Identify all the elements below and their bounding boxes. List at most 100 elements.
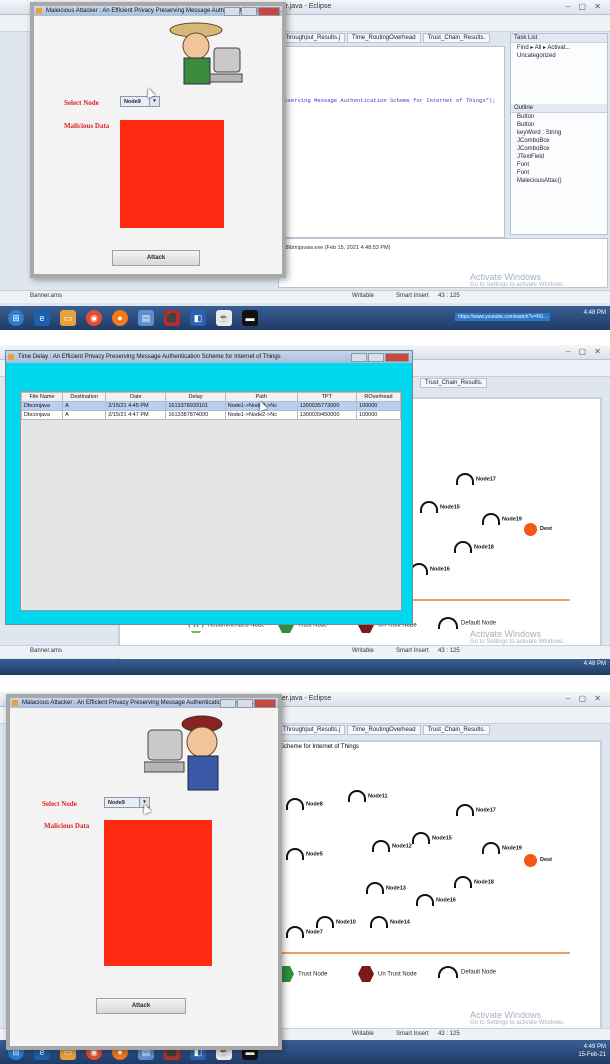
ie-icon[interactable]: e xyxy=(34,310,50,326)
outline-item[interactable]: JComboBox xyxy=(511,137,607,145)
table-row[interactable]: Dbconjava A 2/15/21 4:47 PM 161338787400… xyxy=(20,410,401,420)
system-clock[interactable]: 4:48 PM xyxy=(584,309,606,317)
dest-node[interactable] xyxy=(524,523,537,536)
folder-icon[interactable]: ▭ xyxy=(60,310,76,326)
malicious-data-area[interactable] xyxy=(104,820,212,966)
node-13[interactable]: Node13 xyxy=(366,882,406,894)
project-item[interactable]: Banner.ams xyxy=(30,648,62,654)
cell: 1300035773000 xyxy=(296,401,358,411)
screenshot-frame-3: ber.java - Eclipse – ▢ ✕ Throughput_Resu… xyxy=(0,692,610,1064)
activate-sub: Go to Settings to activate Windows. xyxy=(470,1020,565,1026)
node-19[interactable]: Node19 xyxy=(482,842,522,854)
dest-node[interactable] xyxy=(524,854,537,867)
node-15[interactable]: Node15 xyxy=(412,832,452,844)
window-controls[interactable] xyxy=(219,699,276,708)
windows-taskbar: ⊞ e ▭ ◉ ● ▤ ⬛ ◧ ☕ ▬ https://www.youtube.… xyxy=(0,306,610,330)
tab-routing[interactable]: Time_RoutingOverhead xyxy=(347,725,421,735)
window-controls[interactable]: – ▢ ✕ xyxy=(566,694,604,703)
task-list-title[interactable]: Task List xyxy=(511,34,607,43)
code-line: reserving Message Authentication Scheme … xyxy=(281,97,496,104)
task-activate[interactable]: Activat... xyxy=(547,45,570,51)
outline-item[interactable]: Font xyxy=(511,169,607,177)
malicious-data-label: Malicious Data xyxy=(64,122,110,130)
malicious-data-area[interactable] xyxy=(120,120,224,228)
tab-throughput[interactable]: Throughput_Results.j xyxy=(278,725,346,735)
outline-item[interactable]: keyWord : String xyxy=(511,129,607,137)
node-17[interactable]: Node17 xyxy=(456,473,496,485)
system-clock[interactable]: 4:49 PM 15-Feb-21 xyxy=(578,1043,606,1059)
outline-title[interactable]: Outline xyxy=(511,104,607,113)
activate-title: Activate Windows xyxy=(470,272,542,282)
chevron-down-icon[interactable]: ▾ xyxy=(149,97,159,106)
col-roverhead[interactable]: ROverhead xyxy=(356,392,401,402)
system-clock[interactable]: 4:48 PM xyxy=(584,660,606,668)
project-item[interactable]: Banner.ams xyxy=(30,293,62,299)
status-position: 43 : 125 xyxy=(438,293,460,299)
java-icon[interactable]: ☕ xyxy=(216,310,232,326)
window-controls[interactable]: – ▢ ✕ xyxy=(566,2,604,11)
task-uncategorized[interactable]: Uncategorized xyxy=(511,52,607,60)
col-date[interactable]: Date xyxy=(105,392,167,402)
node-10[interactable]: Node10 xyxy=(316,916,356,928)
tab-trust[interactable]: Trust_Chain_Results. xyxy=(420,378,488,388)
node-16[interactable]: Node16 xyxy=(410,563,450,575)
task-find-input[interactable]: Find xyxy=(517,45,529,51)
node-icon xyxy=(316,916,334,928)
node-11[interactable]: Node11 xyxy=(348,790,388,802)
chrome-icon[interactable]: ◉ xyxy=(86,310,102,326)
node-15[interactable]: Node15 xyxy=(420,501,460,513)
table-row[interactable]: Dbconjava A 2/15/21 4:45 PM 161337893310… xyxy=(20,401,401,411)
col-destination[interactable]: Destination xyxy=(62,392,107,402)
node-select-value: Node9 xyxy=(108,800,125,806)
node-icon xyxy=(366,882,384,894)
cell: 2/15/21 4:45 PM xyxy=(105,401,167,411)
node-icon xyxy=(456,473,474,485)
default-node-icon xyxy=(438,966,458,978)
task-all[interactable]: All xyxy=(535,45,542,51)
tab-throughput[interactable]: Throughput_Results.j xyxy=(278,33,346,43)
node-19[interactable]: Node19 xyxy=(482,513,522,525)
outline-item[interactable]: Button xyxy=(511,113,607,121)
task-list-panel: Task List Find ▸ All ▸ Activat... Uncate… xyxy=(510,33,608,235)
outline-item[interactable]: Button xyxy=(511,121,607,129)
activate-title: Activate Windows xyxy=(470,1010,542,1020)
node-5[interactable]: Node5 xyxy=(286,848,323,860)
tab-trust[interactable]: Trust_Chain_Results. xyxy=(422,725,490,735)
window-controls[interactable] xyxy=(350,353,409,367)
node-18[interactable]: Node18 xyxy=(454,541,494,553)
node-icon xyxy=(286,798,304,810)
outline-item[interactable]: MaleciousAttac() xyxy=(511,177,607,185)
node-label: Node19 xyxy=(502,845,522,852)
node-16[interactable]: Node16 xyxy=(416,894,456,906)
attack-button[interactable]: Attack xyxy=(112,250,200,266)
node-14[interactable]: Node14 xyxy=(370,916,410,928)
app-icon[interactable]: ◧ xyxy=(190,310,206,326)
firefox-icon[interactable]: ● xyxy=(112,310,128,326)
window-controls[interactable] xyxy=(223,7,280,16)
col-file-name[interactable]: File Name xyxy=(20,392,64,402)
explorer-icon[interactable]: ▤ xyxy=(138,310,154,326)
node-label: Node14 xyxy=(390,919,410,926)
col-tpt[interactable]: TPT xyxy=(296,392,358,402)
col-delay[interactable]: Delay xyxy=(165,392,226,402)
tab-trust[interactable]: Trust_Chain_Results. xyxy=(422,33,490,43)
code-editor[interactable]: reserving Message Authentication Scheme … xyxy=(278,46,505,238)
pdf-icon[interactable]: ⬛ xyxy=(164,310,180,326)
start-icon[interactable]: ⊞ xyxy=(8,310,24,326)
node-17[interactable]: Node17 xyxy=(456,804,496,816)
node-18[interactable]: Node18 xyxy=(454,876,494,888)
outline-item[interactable]: JTextField xyxy=(511,153,607,161)
terminal-icon[interactable]: ▬ xyxy=(242,310,258,326)
youtube-url[interactable]: https://www.youtube.com/watch?v=R0... xyxy=(455,313,550,321)
java-icon xyxy=(12,700,18,706)
clock-date: 15-Feb-21 xyxy=(578,1052,606,1058)
node-12[interactable]: Node12 xyxy=(372,840,412,852)
node-select[interactable]: Node9 ▾ xyxy=(120,96,160,107)
attack-button[interactable]: Attack xyxy=(96,998,186,1014)
window-controls[interactable]: – ▢ ✕ xyxy=(566,347,604,356)
outline-item[interactable]: JComboBox xyxy=(511,145,607,153)
outline-item[interactable]: Font xyxy=(511,161,607,169)
tab-routing[interactable]: Time_RoutingOverhead xyxy=(347,33,421,43)
node-label: Node5 xyxy=(306,851,323,858)
node-8[interactable]: Node8 xyxy=(286,798,323,810)
